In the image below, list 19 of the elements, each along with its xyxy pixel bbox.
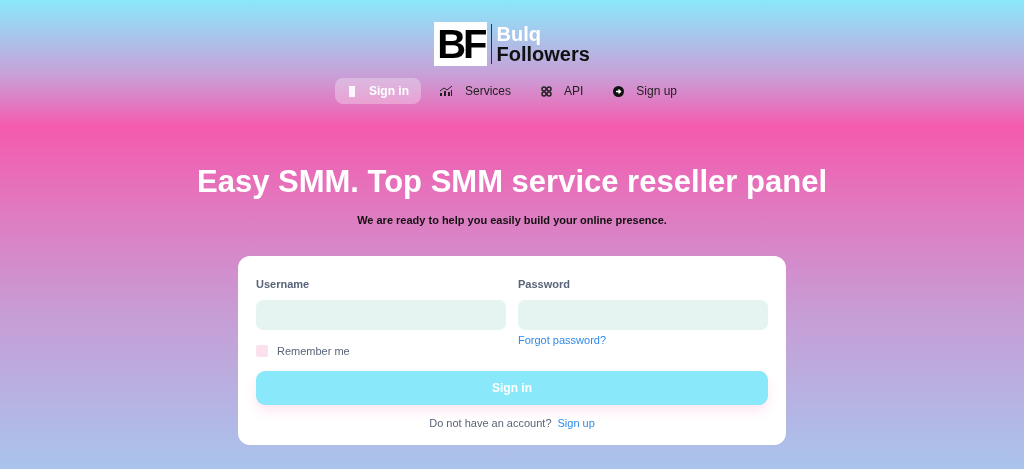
sign-up-link[interactable]: Sign up — [557, 417, 595, 429]
nav-tab[interactable]: Services — [426, 78, 523, 104]
field-label: Password — [518, 278, 570, 290]
username-field[interactable] — [256, 300, 506, 330]
logo-text: Followers — [496, 44, 590, 64]
nav-tab[interactable]: Sign up — [601, 78, 690, 104]
checkbox-label: Remember me — [277, 345, 350, 357]
arrow-circle-icon — [613, 85, 625, 97]
headline: Easy SMM. Top SMM service reseller panel — [197, 163, 827, 201]
api-icon — [541, 85, 552, 97]
footer-text: Do not have an account? — [429, 417, 552, 429]
field-label: Username — [256, 278, 310, 290]
checkbox[interactable] — [256, 345, 268, 357]
subtitle: We are ready to help you easily build your online presence. — [357, 214, 667, 226]
logo-mark: BF — [434, 22, 488, 66]
nav-tab[interactable]: API — [529, 78, 596, 104]
forgot-password-link[interactable]: Forgot password? — [518, 334, 607, 346]
chart-icon — [438, 85, 453, 97]
password-field[interactable] — [518, 300, 768, 330]
